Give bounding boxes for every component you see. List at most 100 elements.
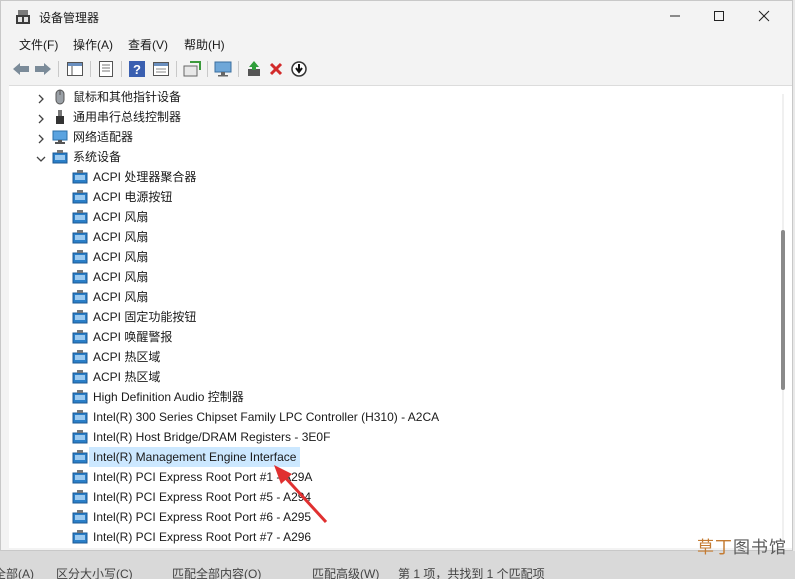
background-find-bar: 全部(A) 区分大小写(C) 匹配全部内容(O) 匹配高级(W) 第 1 项，共… — [0, 551, 795, 579]
toolbar-separator — [90, 61, 91, 77]
tree-item-label: ACPI 风扇 — [93, 230, 149, 244]
tree-item-label: Intel(R) Host Bridge/DRAM Registers - 3E… — [93, 430, 331, 444]
tree-item-label: Intel(R) PCI Express Root Port #1 - A29A — [93, 470, 313, 484]
help-icon[interactable]: ? — [127, 59, 147, 79]
system-device-icon — [52, 149, 68, 165]
tree-item-label: ACPI 风扇 — [93, 250, 149, 264]
device-icon — [72, 229, 88, 245]
tree-item-label: ACPI 热区域 — [93, 350, 161, 364]
update-driver-icon[interactable] — [244, 59, 264, 79]
watermark-rest: 图书馆 — [733, 538, 787, 557]
toolbar-separator — [238, 61, 239, 77]
device-icon — [72, 189, 88, 205]
tree-item-label: ACPI 风扇 — [93, 290, 149, 304]
uninstall-icon[interactable] — [266, 59, 286, 79]
device-icon — [72, 389, 88, 405]
tree-device-item[interactable]: Intel(R) Management Engine Interface — [9, 447, 769, 467]
tree-device-item[interactable]: ACPI 电源按钮 — [9, 187, 769, 207]
tree-device-item[interactable]: ACPI 风扇 — [9, 227, 769, 247]
device-icon — [72, 409, 88, 425]
device-icon — [72, 249, 88, 265]
device-icon — [72, 529, 88, 545]
tree-item-label: ACPI 热区域 — [93, 370, 161, 384]
close-button[interactable] — [742, 1, 786, 31]
usb-icon — [52, 109, 68, 125]
properties-pane-icon[interactable] — [65, 59, 85, 79]
device-icon — [72, 429, 88, 445]
tree-device-item[interactable]: ACPI 风扇 — [9, 247, 769, 267]
tree-device-item[interactable]: ACPI 风扇 — [9, 267, 769, 287]
tree-device-item[interactable]: Intel(R) PCI Express Root Port #1 - A29A — [9, 467, 769, 487]
tree-item-label: ACPI 唤醒警报 — [93, 330, 173, 344]
tree-device-item[interactable]: Intel(R) 300 Series Chipset Family LPC C… — [9, 407, 769, 427]
tree-device-item[interactable]: High Definition Audio 控制器 — [9, 387, 769, 407]
device-icon — [72, 289, 88, 305]
chevron-right-icon[interactable] — [35, 91, 47, 104]
find-option-all: 全部(A) — [0, 567, 34, 579]
tree-item-label: 系统设备 — [73, 150, 122, 164]
network-icon — [52, 129, 68, 145]
tree-item-label: Intel(R) 300 Series Chipset Family LPC C… — [93, 410, 440, 424]
title-bar: 设备管理器 — [1, 1, 792, 33]
svg-text:?: ? — [133, 62, 141, 77]
back-icon[interactable] — [11, 59, 31, 79]
watermark-accent: 草丁 — [697, 538, 733, 557]
device-icon — [72, 209, 88, 225]
tree-device-item[interactable]: Intel(R) PCI Express Root Port #7 - A296 — [9, 527, 769, 547]
chevron-right-icon[interactable] — [35, 111, 47, 124]
tree-item-label: 网络适配器 — [73, 130, 134, 144]
tree-item-label: Intel(R) PCI Express Root Port #5 - A294 — [93, 490, 312, 504]
chevron-down-icon[interactable] — [35, 151, 47, 163]
tree-category[interactable]: 通用串行总线控制器 — [9, 107, 769, 127]
scrollbar-thumb[interactable] — [781, 230, 785, 390]
tree-item-label: ACPI 固定功能按钮 — [93, 310, 197, 324]
device-manager-app-icon — [15, 9, 31, 25]
tree-category[interactable]: 鼠标和其他指针设备 — [9, 87, 769, 107]
window-title: 设备管理器 — [39, 11, 100, 25]
forward-icon[interactable] — [33, 59, 53, 79]
tree-device-item[interactable]: ACPI 唤醒警报 — [9, 327, 769, 347]
tree-device-item[interactable]: ACPI 热区域 — [9, 367, 769, 387]
maximize-button[interactable] — [697, 1, 741, 31]
toolbar-separator — [121, 61, 122, 77]
monitor-icon[interactable] — [213, 59, 233, 79]
tree-item-label: 通用串行总线控制器 — [73, 110, 182, 124]
menu-help[interactable]: 帮助(H) — [184, 36, 225, 53]
device-icon — [72, 489, 88, 505]
menu-view[interactable]: 查看(V) — [128, 36, 168, 53]
device-icon — [72, 509, 88, 525]
menu-action[interactable]: 操作(A) — [73, 36, 113, 53]
minimize-button[interactable] — [653, 1, 697, 31]
menu-bar: 文件(F) 操作(A) 查看(V) 帮助(H) — [1, 33, 792, 55]
view-icon[interactable] — [151, 59, 171, 79]
tree-category[interactable]: 系统设备 — [9, 147, 769, 167]
tree-device-item[interactable]: ACPI 固定功能按钮 — [9, 307, 769, 327]
device-manager-window: 设备管理器 文件(F) 操作(A) 查看(V) 帮助(H) ? 鼠标和其他指针设… — [0, 0, 793, 551]
toolbar-separator — [176, 61, 177, 77]
tree-item-label: High Definition Audio 控制器 — [93, 390, 244, 404]
tree-device-item[interactable]: ACPI 风扇 — [9, 287, 769, 307]
tree-item-label: ACPI 电源按钮 — [93, 190, 173, 204]
tree-item-label: ACPI 风扇 — [93, 270, 149, 284]
mouse-icon — [52, 89, 68, 105]
tree-item-label: 鼠标和其他指针设备 — [73, 90, 182, 104]
tree-device-item[interactable]: ACPI 风扇 — [9, 207, 769, 227]
scan-icon[interactable] — [182, 59, 202, 79]
toolbar-separator — [58, 61, 59, 77]
vertical-scrollbar[interactable] — [780, 94, 786, 544]
tree-category[interactable]: 网络适配器 — [9, 127, 769, 147]
tree-device-item[interactable]: Intel(R) PCI Express Root Port #5 - A294 — [9, 487, 769, 507]
chevron-right-icon[interactable] — [35, 131, 47, 144]
tree-item-label: Intel(R) Management Engine Interface — [89, 447, 301, 467]
tree-device-item[interactable]: Intel(R) Host Bridge/DRAM Registers - 3E… — [9, 427, 769, 447]
tree-device-item[interactable]: Intel(R) PCI Express Root Port #6 - A295 — [9, 507, 769, 527]
menu-file[interactable]: 文件(F) — [19, 36, 58, 53]
device-icon — [72, 309, 88, 325]
tree-device-item[interactable]: ACPI 处理器聚合器 — [9, 167, 769, 187]
download-icon[interactable] — [289, 59, 309, 79]
tree-device-item[interactable]: ACPI 热区域 — [9, 347, 769, 367]
device-icon — [72, 349, 88, 365]
document-icon[interactable] — [96, 59, 116, 79]
tree-item-label: ACPI 风扇 — [93, 210, 149, 224]
device-tree-panel: 鼠标和其他指针设备 通用串行总线控制器 网络适配器系统设备 ACPI 处理器聚合器 AC… — [9, 85, 792, 548]
